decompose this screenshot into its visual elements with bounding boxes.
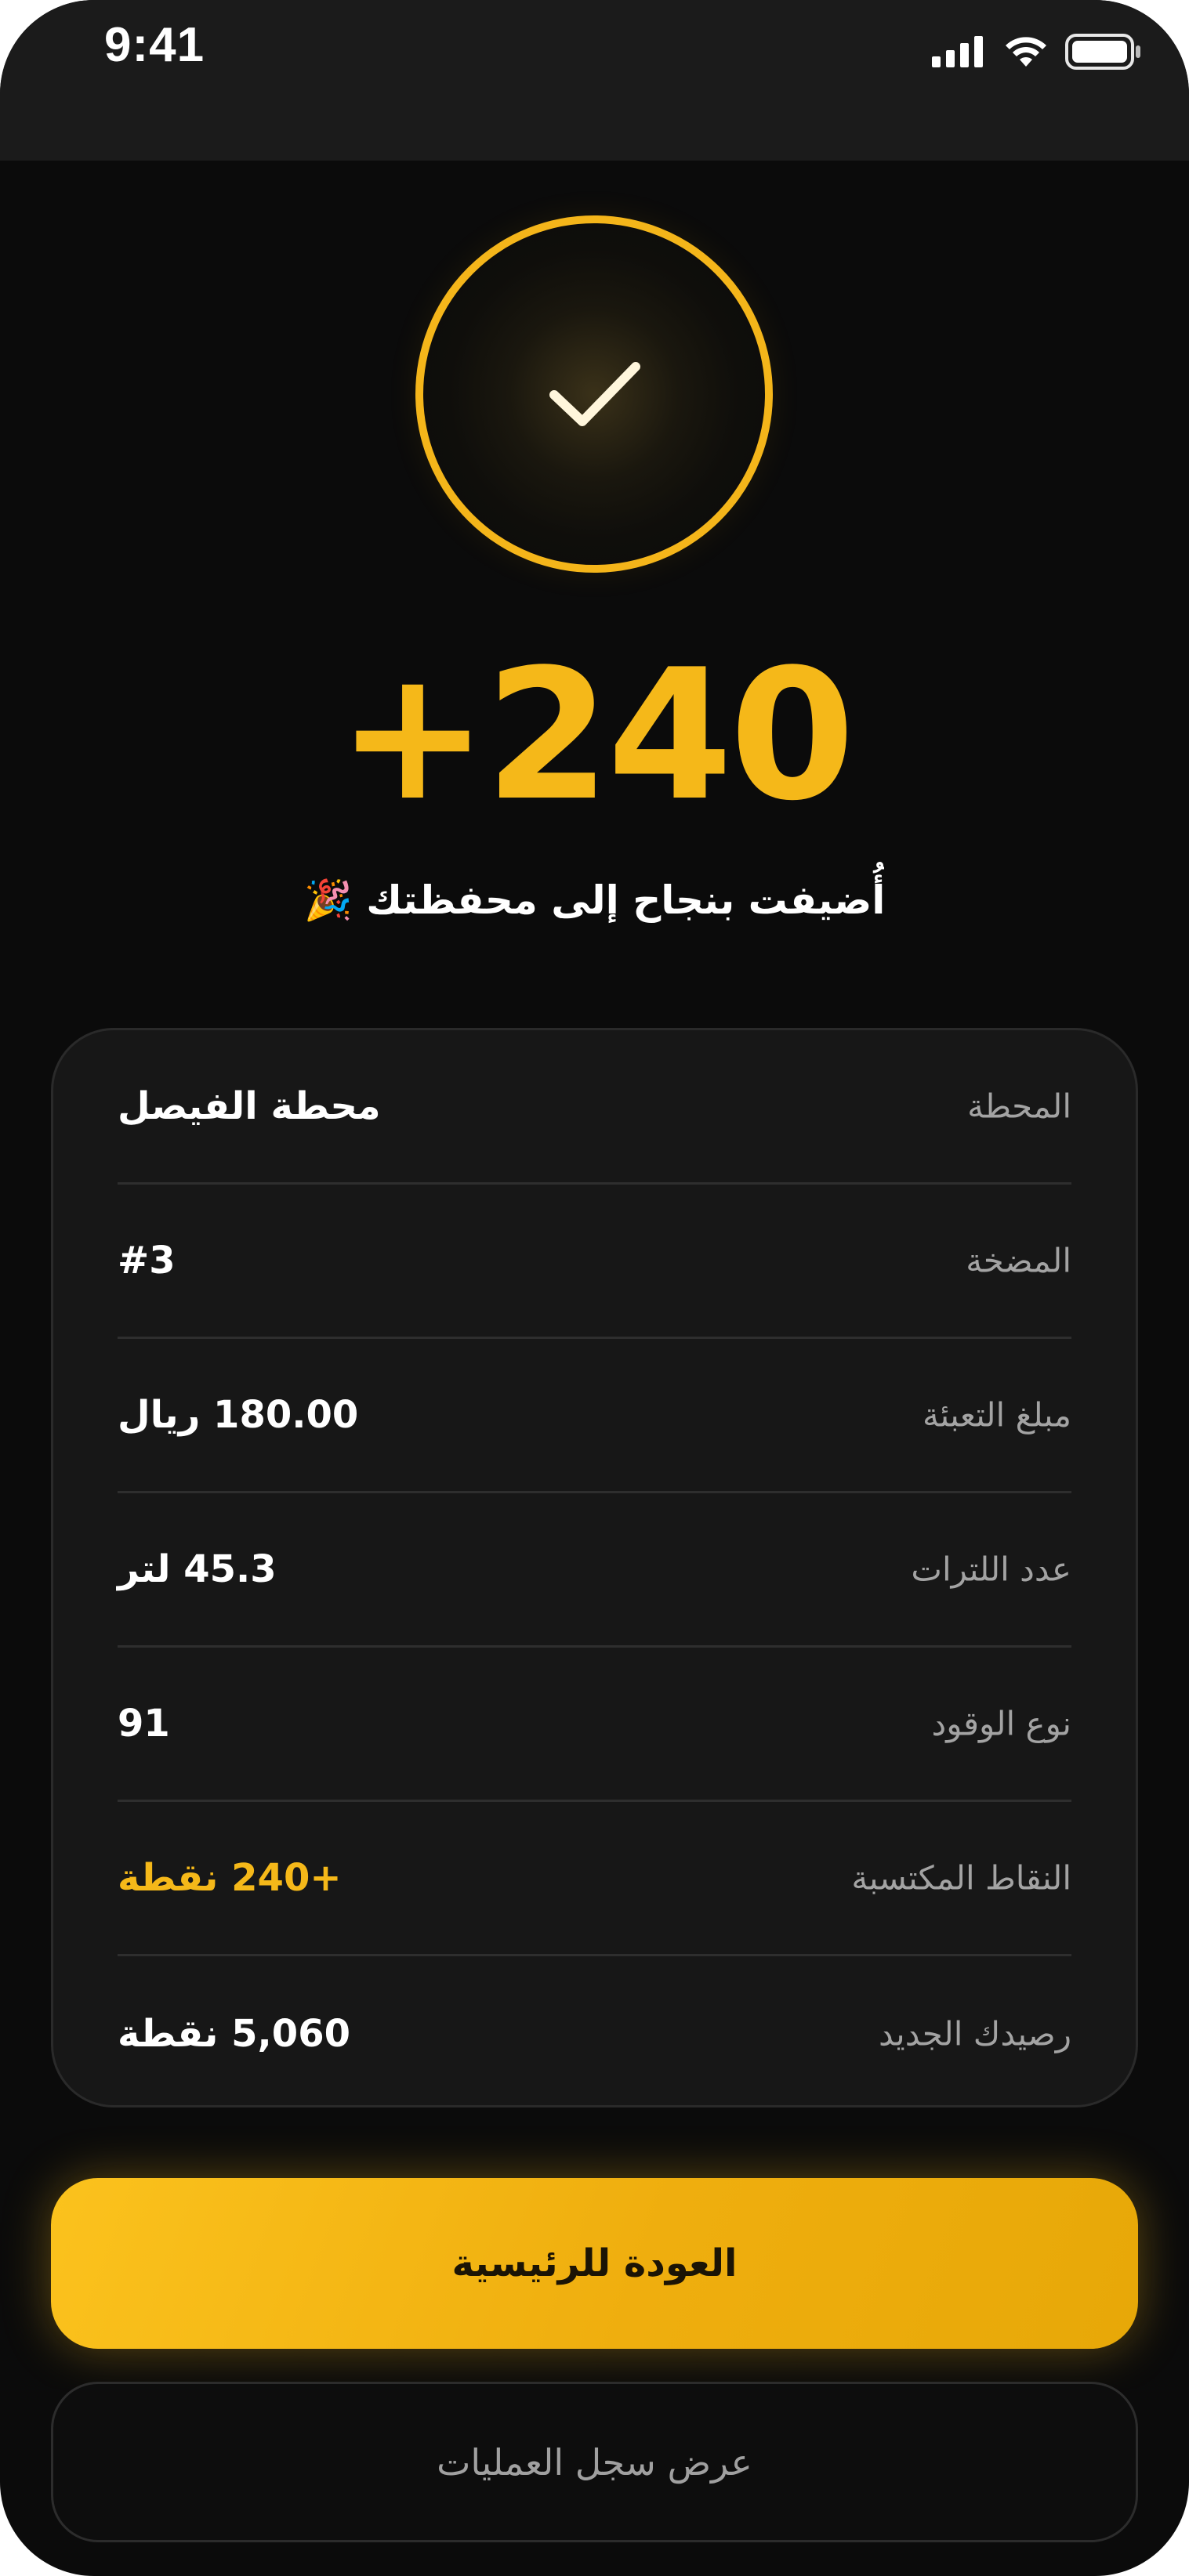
wifi-icon [1006,37,1046,67]
success-badge [415,215,773,573]
detail-row-amount: مبلغ التعبئة 180.00 ريال [118,1339,1071,1493]
detail-value: #3 [118,1239,176,1283]
detail-row-points-earned: النقاط المكتسبة +240 نقطة [118,1802,1071,1956]
status-bar: 9:41 [0,0,1189,161]
detail-label: مبلغ التعبئة [922,1395,1071,1435]
detail-label: نوع الوقود [931,1704,1071,1743]
detail-value: محطة الفيصل [118,1084,381,1128]
detail-value: 180.00 ريال [118,1393,359,1437]
detail-row-liters: عدد اللترات 45.3 لتر [118,1493,1071,1648]
detail-row-new-balance: رصيدك الجديد 5,060 نقطة [118,1956,1071,2111]
detail-value: +240 نقطة [118,1856,342,1900]
detail-value: 5,060 نقطة [118,2011,350,2056]
points-earned-amount: +240 [337,631,855,841]
view-transaction-history-label: عرض سجل العمليات [437,2440,752,2484]
success-message: أُضيفت بنجاح إلى محفظتك 🎉 [303,877,886,923]
status-time: 9:41 [104,18,205,72]
detail-label: المحطة [967,1087,1071,1126]
back-to-home-label: العودة للرئيسية [451,2241,738,2285]
detail-row-fuel-type: نوع الوقود 91 [118,1648,1071,1802]
view-transaction-history-button[interactable]: عرض سجل العمليات [51,2382,1138,2542]
status-icons [932,30,1142,74]
back-to-home-button[interactable]: العودة للرئيسية [51,2178,1138,2349]
detail-value: 91 [118,1702,170,1746]
cellular-signal-icon [932,36,983,67]
detail-row-station: المحطة محطة الفيصل [118,1030,1071,1185]
transaction-details-card: المحطة محطة الفيصل المضخة #3 مبلغ التعبئ… [51,1028,1138,2107]
phone-screen: 9:41 +240 أُضيفت بنجاح إلى محفظتك 🎉 المح… [0,0,1189,2576]
detail-label: المضخة [966,1241,1071,1280]
detail-label: النقاط المكتسبة [851,1858,1071,1898]
detail-label: عدد اللترات [911,1550,1071,1589]
detail-value: 45.3 لتر [118,1547,277,1591]
battery-icon [1065,34,1140,70]
check-icon [549,362,640,426]
detail-label: رصيدك الجديد [879,2014,1071,2053]
detail-row-pump: المضخة #3 [118,1185,1071,1339]
